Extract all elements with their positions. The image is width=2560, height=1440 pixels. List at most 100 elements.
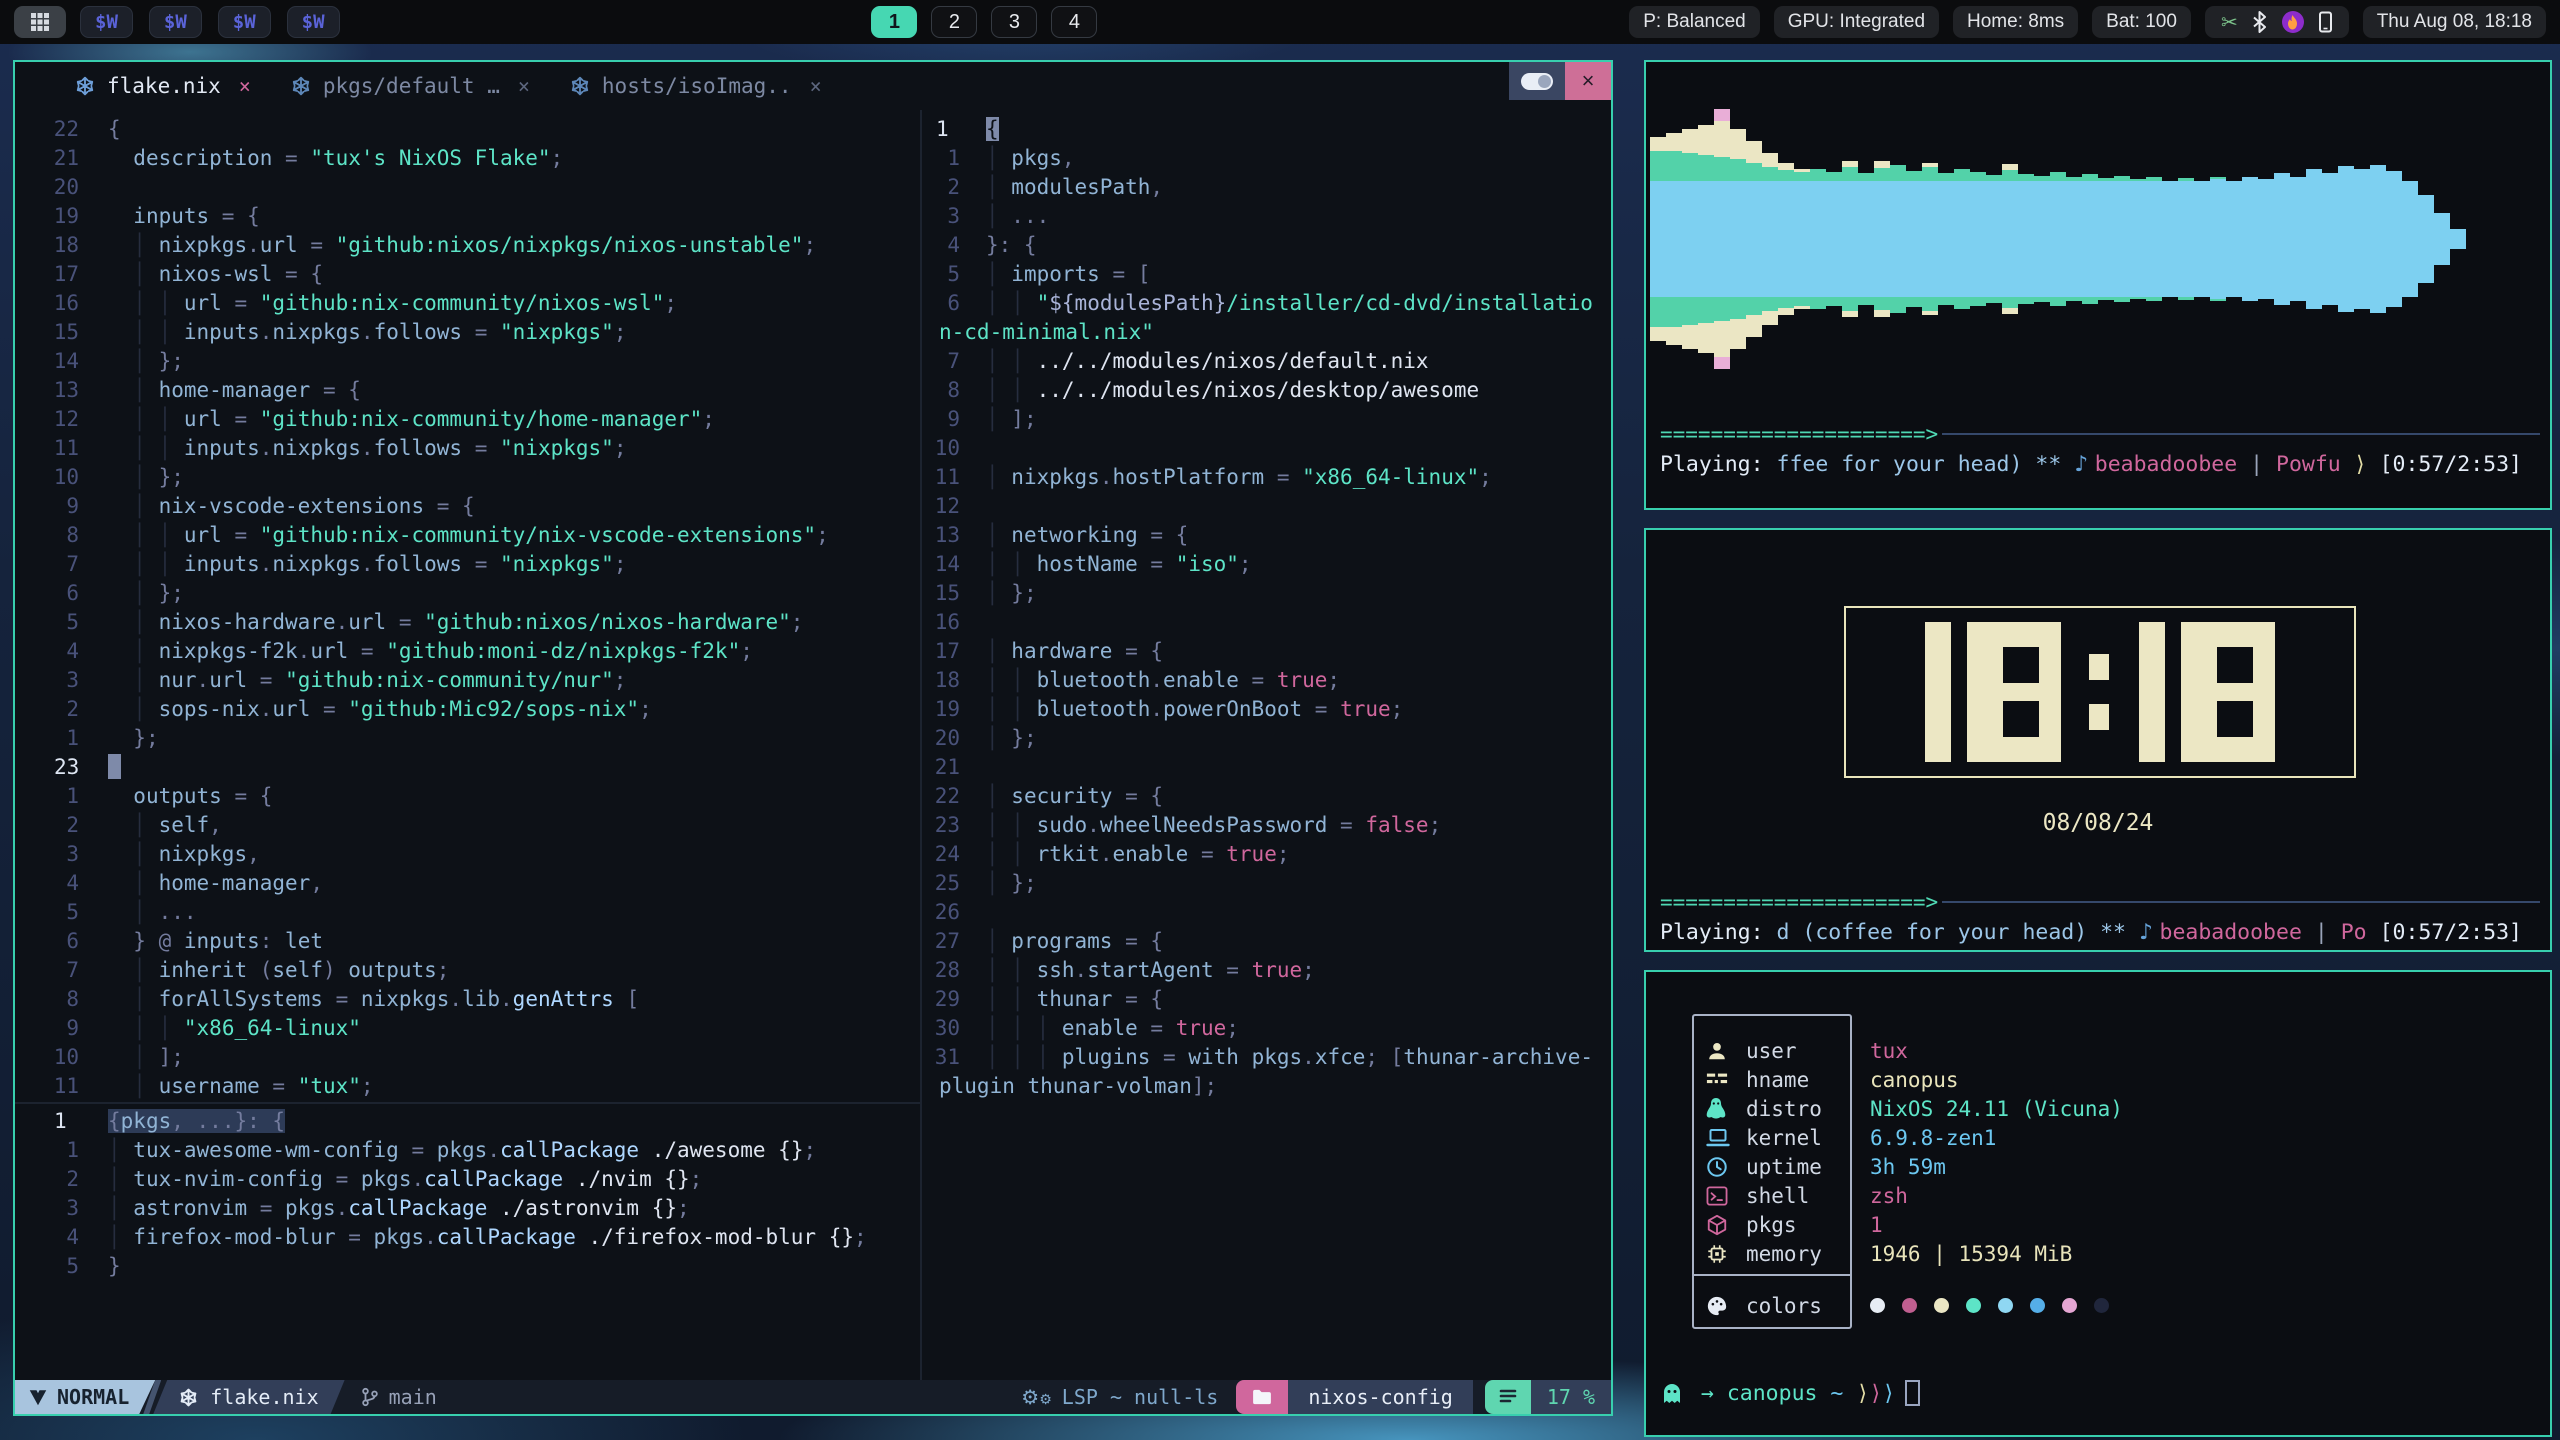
line-number: 9 [15, 494, 79, 518]
kernel-icon [1706, 1126, 1732, 1150]
line-text: │ pkgs, [986, 146, 1075, 170]
visualizer-bar [2418, 195, 2434, 283]
phone-icon[interactable] [2318, 11, 2333, 33]
close-button[interactable]: × [1565, 62, 1611, 100]
code-line: 14│ │ hostName = "iso"; [922, 549, 1611, 578]
line-number: 3 [15, 668, 79, 692]
separator-rule [1942, 901, 2540, 903]
code-line: 13 │ home-manager = { [15, 375, 918, 404]
launcher-button[interactable] [14, 6, 66, 38]
code-line: 11│ nixpkgs.hostPlatform = "x86_64-linux… [922, 462, 1611, 491]
code-line: 8 │ forAllSystems = nixpkgs.lib.genAttrs… [15, 984, 918, 1013]
line-text: │ imports = [ [986, 262, 1150, 286]
tab-close-icon[interactable]: × [518, 74, 530, 98]
code-line: 5 │ imports = [ [922, 259, 1611, 288]
workspace-chip-1[interactable]: $W [80, 6, 133, 38]
code-line: 4│ firefox-mod-blur = pkgs.callPackage .… [15, 1222, 918, 1251]
separator-rule [1942, 433, 2540, 435]
scissors-icon[interactable]: ✂ [2221, 10, 2238, 35]
fetch-label: memory [1746, 1242, 1822, 1266]
status-chip-1[interactable]: P: Balanced [1629, 6, 1759, 38]
cwd-chip[interactable] [1236, 1380, 1288, 1414]
line-text: }: { [986, 233, 1037, 257]
line-number: 10 [15, 465, 79, 489]
clock-chip[interactable]: Thu Aug 08, 18:18 [2363, 6, 2546, 38]
fetch-row-kernel: kernel [1646, 1123, 1822, 1152]
visualizer-bar [1682, 129, 1698, 349]
cwd-segment[interactable]: nixos-config [1288, 1380, 1473, 1414]
fetch-window: usertuxhnamecanopusdistroNixOS 24.11 (Vi… [1644, 970, 2552, 1437]
code-line: 26 [922, 897, 1611, 926]
code-line: 23│ │ sudo.wheelNeedsPassword = false; [922, 810, 1611, 839]
code-line: 1 outputs = { [15, 781, 918, 810]
lines-icon [1499, 1389, 1517, 1405]
tab-close-icon[interactable]: × [239, 74, 251, 98]
visualizer-bar [2082, 174, 2098, 304]
visualizer-separator: =====================> [1660, 422, 2540, 446]
line-number: 27 [922, 929, 960, 953]
line-number: 22 [15, 117, 79, 141]
line-text: │ │ │ enable = true; [986, 1016, 1239, 1040]
code-line: 8│ │ ../../modules/nixos/desktop/awesome [922, 375, 1611, 404]
workspace-chip-3[interactable]: $W [218, 6, 271, 38]
line-number: 4 [922, 233, 960, 257]
clock-digit-1 [2139, 622, 2165, 762]
status-chip-2[interactable]: GPU: Integrated [1774, 6, 1939, 38]
code-pane-iso-image[interactable]: 1{1│ pkgs,2│ modulesPath,3│ ...4}: {5│ i… [922, 114, 1611, 1100]
line-number: 9 [922, 407, 960, 431]
code-line: 9 │ nix-vscode-extensions = { [15, 491, 918, 520]
code-line: 20│ }; [922, 723, 1611, 752]
clock-colon [2089, 622, 2111, 762]
workspace-chip-2[interactable]: $W [149, 6, 202, 38]
tab-flake-nix[interactable]: flake.nix× [75, 74, 251, 98]
branch-label: main [389, 1385, 437, 1409]
visualizer-bar [2114, 176, 2130, 302]
code-pane-flake[interactable]: 22{21 description = "tux's NixOS Flake";… [15, 114, 918, 1100]
line-number: 4 [15, 871, 79, 895]
fetch-row-pkgs: pkgs [1646, 1210, 1797, 1239]
line-number: 1 [15, 784, 79, 808]
bluetooth-icon[interactable] [2252, 11, 2268, 33]
visualizer-bar [1906, 171, 1922, 307]
workspace-chip-4[interactable]: $W [287, 6, 340, 38]
visualizer-bar [1826, 172, 1842, 306]
tag-1[interactable]: 1 [871, 6, 917, 38]
branch-segment[interactable]: main [361, 1385, 437, 1409]
visualizer-bar [1714, 109, 1730, 369]
tab-hosts-isoimag-[interactable]: hosts/isoImag..× [570, 74, 822, 98]
code-pane-pkgs-default[interactable]: 1{pkgs, ...}: {1│ tux-awesome-wm-config … [15, 1106, 918, 1280]
line-number: 18 [922, 668, 960, 692]
tab-pkgs-default-[interactable]: pkgs/default …× [291, 74, 530, 98]
topbar-left: $W $W $W $W [14, 6, 340, 38]
system-tray[interactable]: ✂ [2205, 6, 2349, 38]
line-text: }; [108, 726, 159, 750]
top-bar: $W $W $W $W 1234 P: Balanced GPU: Integrated… [0, 0, 2560, 44]
code-line: 1│ pkgs, [922, 143, 1611, 172]
tag-4[interactable]: 4 [1051, 6, 1097, 38]
tag-2[interactable]: 2 [931, 6, 977, 38]
code-line: 2│ modulesPath, [922, 172, 1611, 201]
line-number: 5 [922, 262, 960, 286]
line-text: │ firefox-mod-blur = pkgs.callPackage ./… [108, 1225, 867, 1249]
tab-close-icon[interactable]: × [810, 74, 822, 98]
visualizer-bar [1778, 163, 1794, 315]
line-text: │ }; [108, 465, 184, 489]
code-line: 10 │ ]; [15, 1042, 918, 1071]
line-text: │ home-manager, [108, 871, 323, 895]
toggle-button[interactable] [1509, 62, 1565, 100]
status-chip-3[interactable]: Home: 8ms [1953, 6, 2078, 38]
line-text: │ home-manager = { [108, 378, 361, 402]
tag-3[interactable]: 3 [991, 6, 1037, 38]
file-segment[interactable]: flake.nix [153, 1380, 344, 1414]
fire-icon[interactable] [2282, 11, 2304, 33]
nix-snowflake-icon [570, 76, 590, 96]
line-number: 25 [922, 871, 960, 895]
ghost-icon [1660, 1381, 1684, 1405]
code-line: 6│ │ "${modulesPath}/installer/cd-dvd/in… [922, 288, 1611, 317]
shell-prompt[interactable]: → canopus ~ ⟩⟩⟩ [1660, 1380, 1920, 1406]
horizontal-split-divider[interactable] [15, 1102, 920, 1104]
status-chip-4[interactable]: Bat: 100 [2092, 6, 2191, 38]
code-line: 1{pkgs, ...}: { [15, 1106, 918, 1135]
line-text: │ │ inputs.nixpkgs.follows = "nixpkgs"; [108, 320, 626, 344]
visualizer-bar [2450, 229, 2466, 249]
